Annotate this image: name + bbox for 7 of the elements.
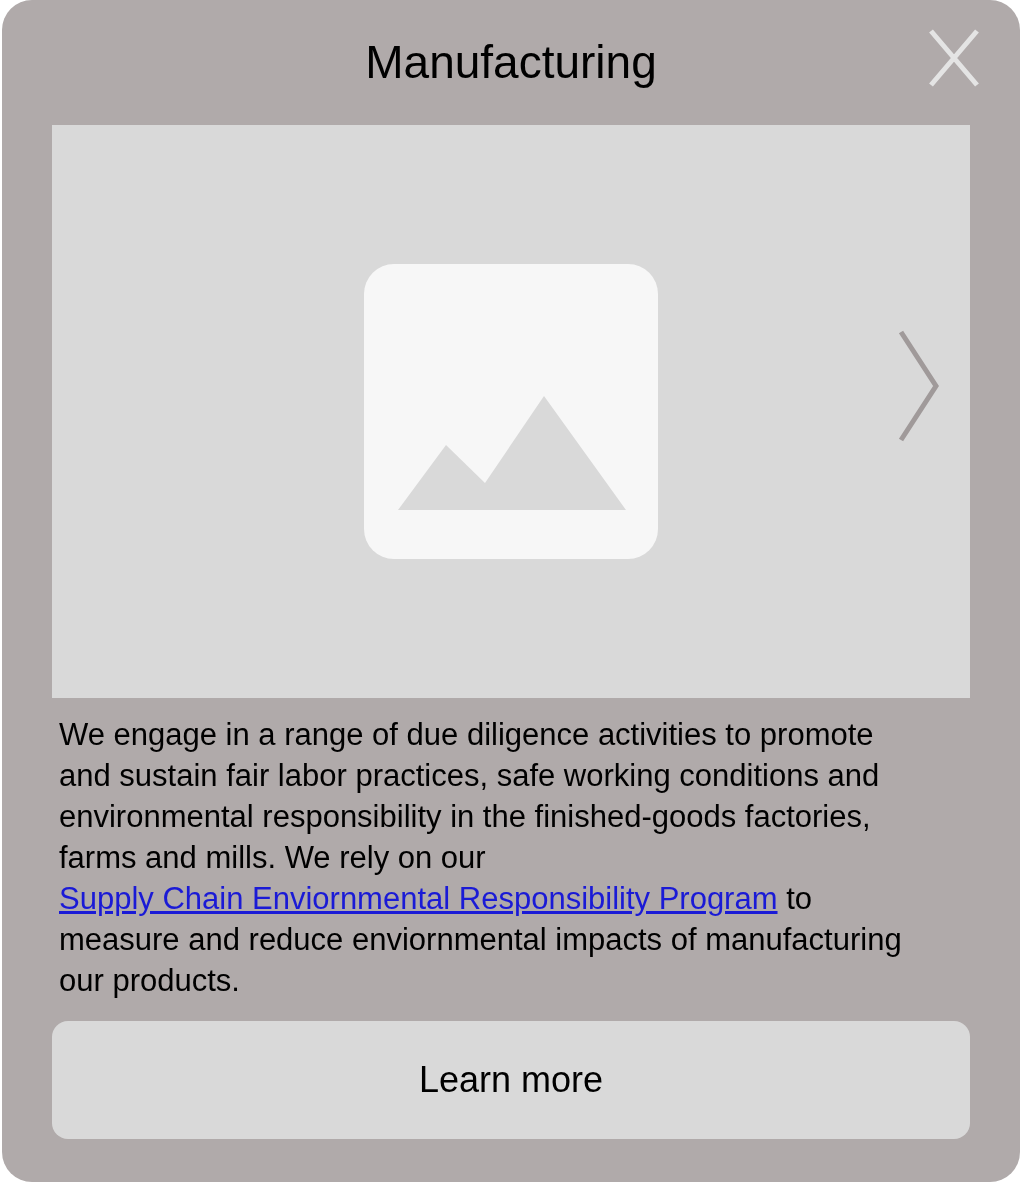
program-link[interactable]: Supply Chain Enviornmental Responsibility Program bbox=[59, 881, 778, 916]
image-placeholder-icon bbox=[364, 264, 658, 559]
next-button[interactable] bbox=[898, 330, 940, 442]
close-button[interactable] bbox=[928, 28, 980, 88]
description-text: We engage in a range of due diligence activities to promote and sustain fair labor practices, safe working conditions and environmental responsibility in the finished-goods factories, farms and mills. We rely on our Supply Chain Enviornmental Responsibility Program to measure and reduce enviornmental impacts of manufacturing our products. bbox=[58, 716, 903, 1000]
learn-more-button[interactable]: Learn more bbox=[52, 1021, 970, 1139]
dialog-title: Manufacturing bbox=[365, 35, 657, 90]
